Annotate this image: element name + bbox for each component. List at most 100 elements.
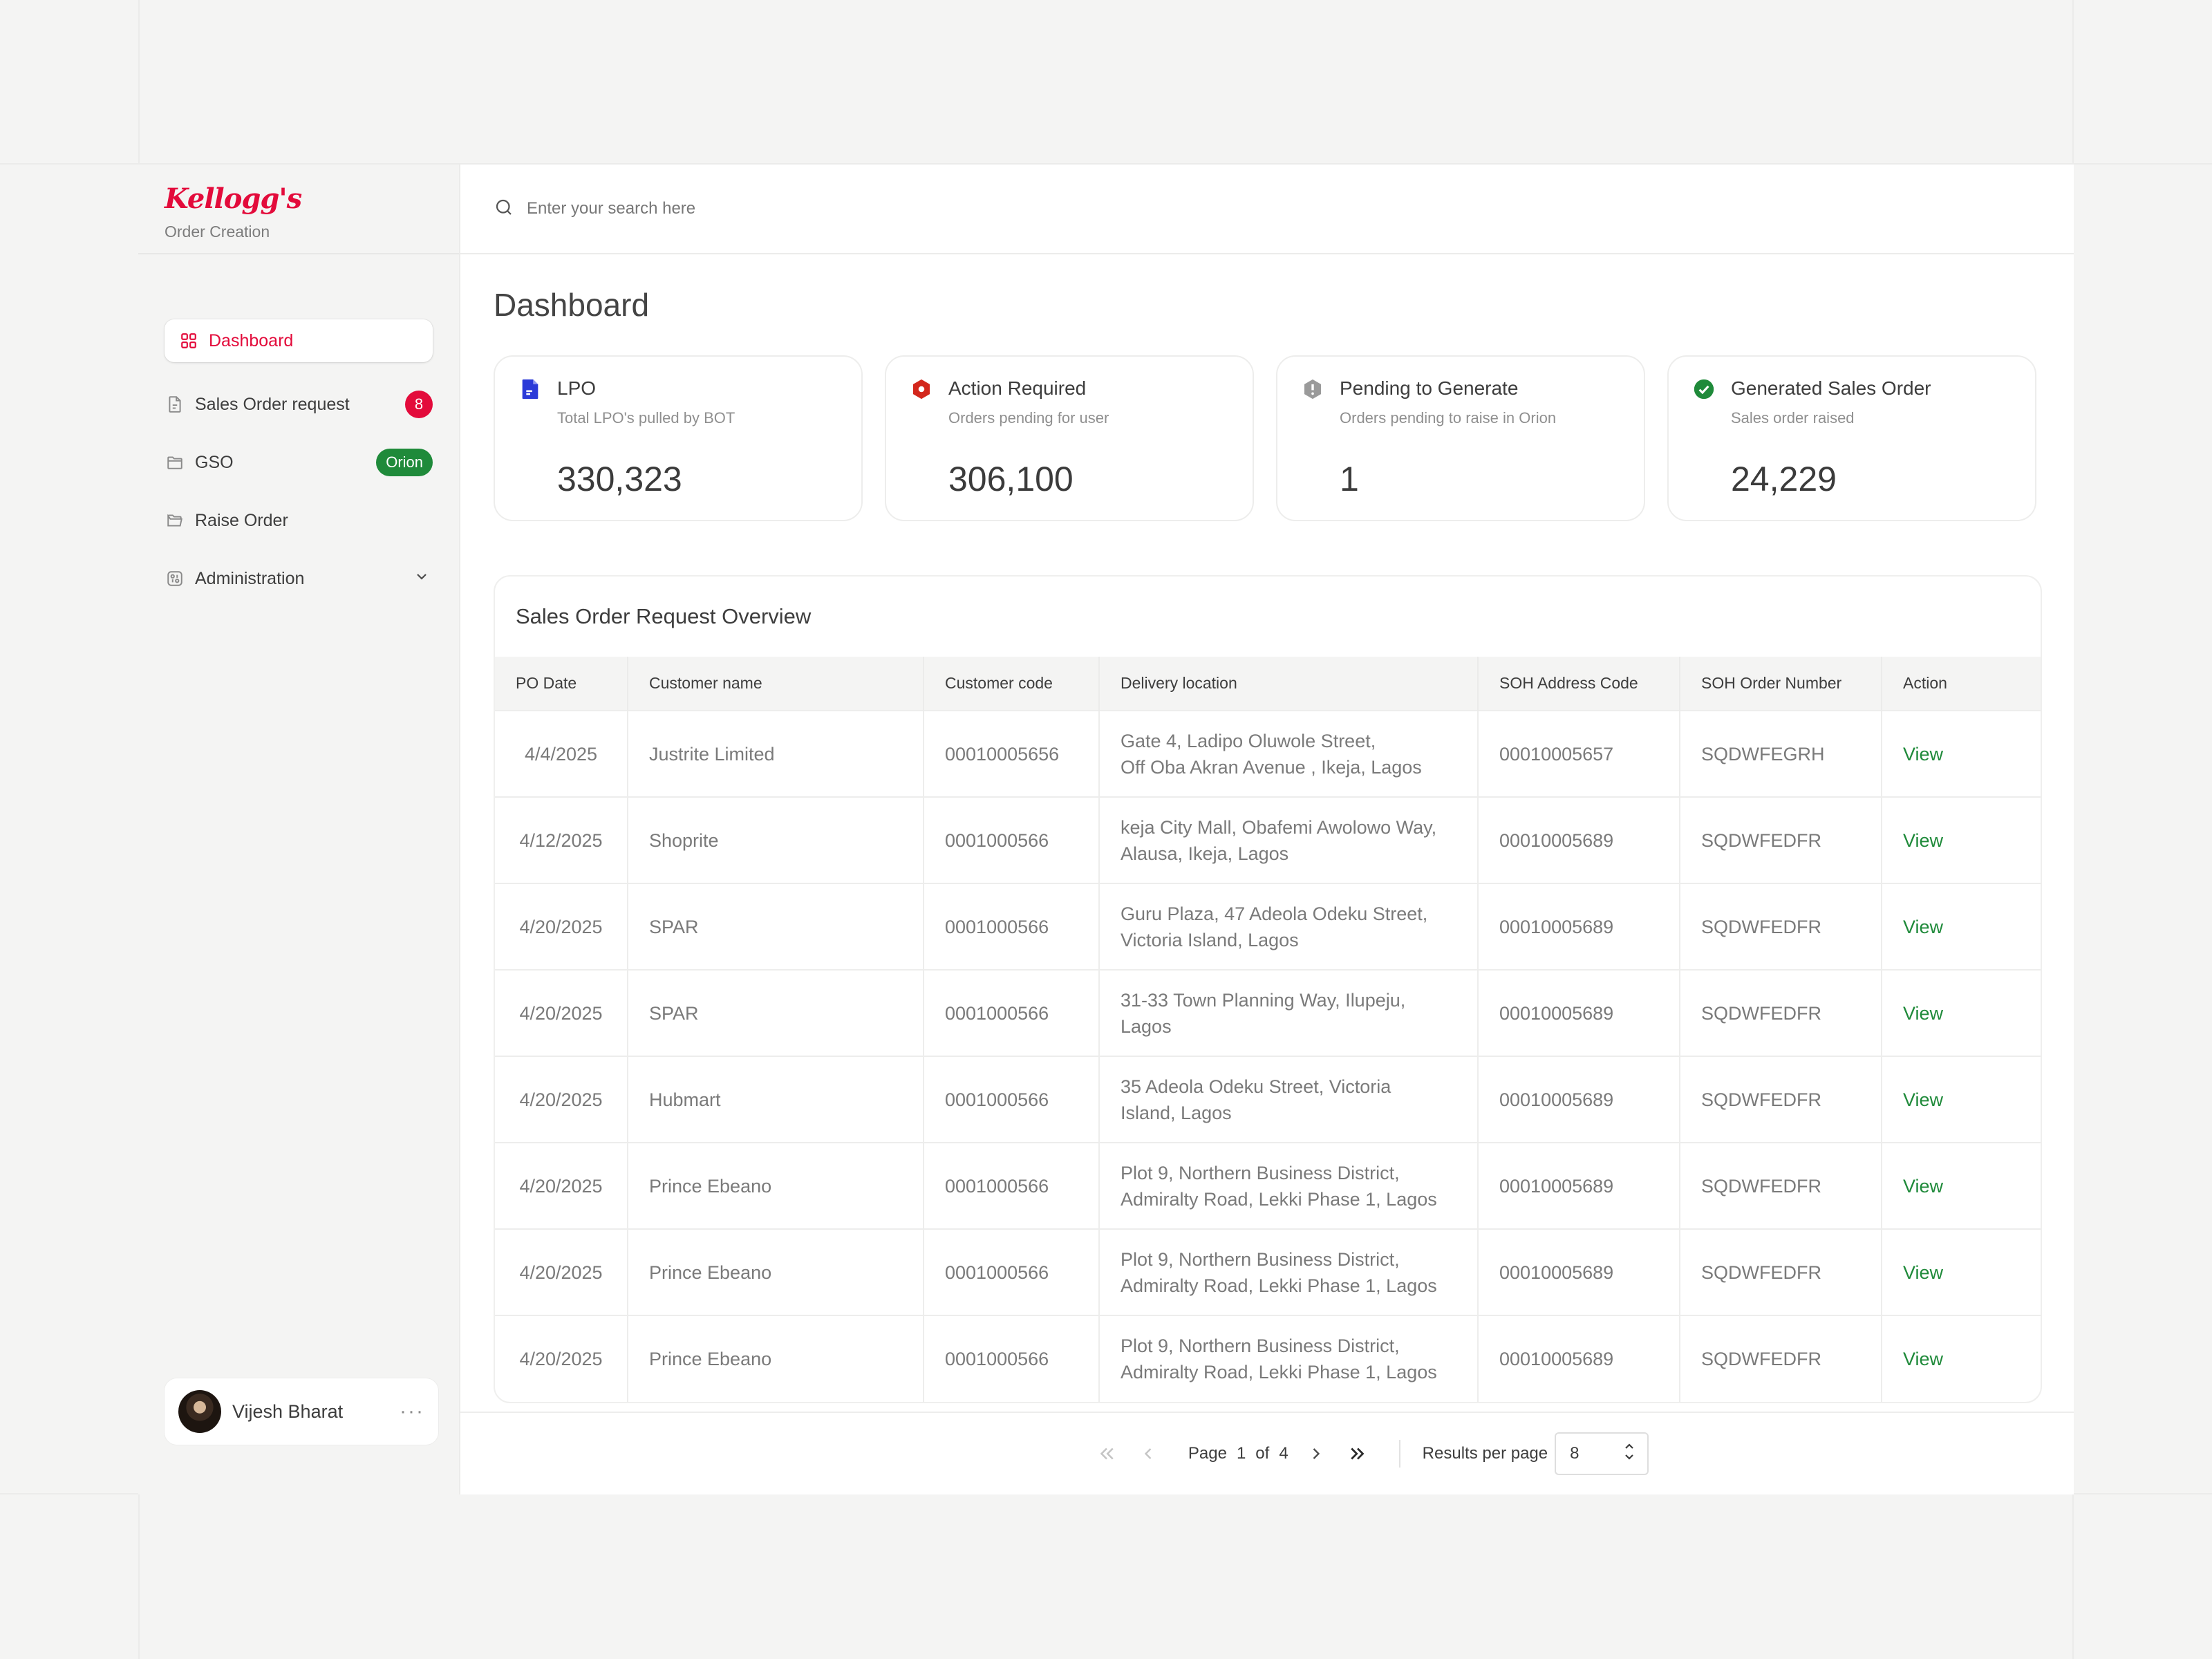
action-cell: View (1882, 969, 2041, 1056)
delivery-location: 31-33 Town Planning Way, Ilupeju, Lagos (1099, 969, 1479, 1056)
sales-order-table: PO Date Customer name Customer code Deli… (495, 657, 2041, 1402)
location-line: Guru Plaza, 47 Adeola Odeku Street, (1121, 903, 1428, 924)
location-line: Alausa, Ikeja, Lagos (1121, 843, 1289, 864)
column-header[interactable]: Customer code (924, 657, 1100, 711)
customer-name: Prince Ebeano (628, 1315, 924, 1402)
warning-hexagon-icon (910, 377, 933, 401)
document-icon (165, 394, 185, 415)
customer-name: Justrite Limited (628, 710, 924, 797)
soh-order-number: SQDWFEDFR (1680, 1315, 1882, 1402)
soh-address-code: 00010005689 (1478, 1315, 1680, 1402)
customer-name: SPAR (628, 969, 924, 1056)
sidebar-item-sales-order-request[interactable]: Sales Order request 8 (165, 383, 433, 426)
sidebar-item-dashboard[interactable]: Dashboard (165, 319, 433, 362)
delivery-location: Guru Plaza, 47 Adeola Odeku Street, Victo… (1099, 883, 1479, 970)
delivery-location: Plot 9, Northern Business District, Admir… (1099, 1228, 1479, 1315)
sidebar-item-label: GSO (195, 452, 234, 472)
last-page-icon[interactable] (1344, 1440, 1371, 1468)
table-row: 4/4/2025 Justrite Limited 00010005656 Ga… (495, 710, 2041, 797)
soh-order-number: SQDWFEDFR (1680, 1228, 1882, 1315)
delivery-location: Plot 9, Northern Business District, Admir… (1099, 1142, 1479, 1229)
view-link[interactable]: View (1903, 1176, 1943, 1197)
first-page-icon[interactable] (1093, 1440, 1121, 1468)
card-subtitle: Orders pending for user (948, 409, 1109, 427)
view-link[interactable]: View (1903, 830, 1943, 851)
stat-card-lpo[interactable]: LPO Total LPO's pulled by BOT 330,323 (494, 355, 863, 521)
results-per-page-stepper[interactable]: 8 (1555, 1432, 1649, 1475)
sidebar-item-raise-order[interactable]: Raise Order (165, 499, 433, 542)
po-date: 4/20/2025 (495, 969, 628, 1056)
results-per-page-value: 8 (1570, 1444, 1580, 1463)
view-link[interactable]: View (1903, 917, 1943, 937)
check-circle-icon (1692, 377, 1716, 401)
sidebar: Kellogg's Order Creation Dashboard Sales… (138, 165, 460, 1494)
total-pages: 4 (1279, 1444, 1288, 1463)
table-row: 4/20/2025 SPAR 0001000566 Guru Plaza, 47… (495, 883, 2041, 970)
column-header[interactable]: Action (1882, 657, 2041, 711)
location-line: 35 Adeola Odeku Street, Victoria (1121, 1076, 1391, 1097)
prev-page-icon[interactable] (1134, 1440, 1162, 1468)
pagination: Page 1 of 4 Results per page 8 (1093, 1432, 1649, 1475)
po-date: 4/20/2025 (495, 1056, 628, 1143)
action-cell: View (1882, 1228, 2041, 1315)
chevron-down-icon[interactable] (413, 568, 430, 590)
search-icon (494, 197, 514, 221)
customer-code: 00010005656 (924, 710, 1100, 797)
table-header-row: PO Date Customer name Customer code Deli… (495, 657, 2041, 711)
user-card[interactable]: Vijesh Bharat ··· (165, 1378, 438, 1445)
action-cell: View (1882, 1142, 2041, 1229)
column-header[interactable]: Customer name (628, 657, 924, 711)
location-line: Victoria Island, Lagos (1121, 929, 1299, 950)
soh-order-number: SQDWFEDFR (1680, 1142, 1882, 1229)
card-value: 1 (1340, 460, 1359, 498)
po-date: 4/20/2025 (495, 1142, 628, 1229)
card-value: 306,100 (948, 460, 1074, 498)
location-line: Plot 9, Northern Business District, (1121, 1335, 1400, 1356)
pagination-divider (1398, 1440, 1400, 1468)
soh-order-number: SQDWFEDFR (1680, 1056, 1882, 1143)
customer-name: Hubmart (628, 1056, 924, 1143)
sidebar-item-gso[interactable]: GSO Orion (165, 441, 433, 484)
column-header[interactable]: PO Date (495, 657, 628, 711)
table-row: 4/20/2025 Prince Ebeano 0001000566 Plot … (495, 1142, 2041, 1229)
sidebar-item-label: Raise Order (195, 510, 288, 530)
stat-card-action-required[interactable]: Action Required Orders pending for user … (885, 355, 1254, 521)
sidebar-item-label: Sales Order request (195, 394, 350, 414)
sidebar-item-administration[interactable]: Administration (165, 557, 433, 600)
delivery-location: Gate 4, Ladipo Oluwole Street, Off Oba Ak… (1099, 710, 1479, 797)
soh-order-number: SQDWFEGRH (1680, 710, 1882, 797)
count-badge: 8 (405, 391, 433, 418)
page-label: Page (1188, 1444, 1227, 1463)
table-row: 4/20/2025 Prince Ebeano 0001000566 Plot … (495, 1315, 2041, 1402)
kelloggs-logo[interactable]: Kellogg's (165, 185, 459, 213)
sidebar-item-label: Dashboard (209, 330, 294, 350)
stat-card-pending-to-generate[interactable]: Pending to Generate Orders pending to ra… (1276, 355, 1645, 521)
next-page-icon[interactable] (1302, 1440, 1330, 1468)
customer-code: 0001000566 (924, 1142, 1100, 1229)
view-link[interactable]: View (1903, 744, 1943, 765)
action-cell: View (1882, 710, 2041, 797)
search-input[interactable] (527, 199, 1080, 218)
stat-card-generated-sales-order[interactable]: Generated Sales Order Sales order raised… (1667, 355, 2036, 521)
card-subtitle: Total LPO's pulled by BOT (557, 409, 735, 427)
view-link[interactable]: View (1903, 1262, 1943, 1283)
card-title: LPO (557, 377, 597, 399)
delivery-location: keja City Mall, Obafemi Awolowo Way, Alau… (1099, 796, 1479, 883)
po-date: 4/20/2025 (495, 1228, 628, 1315)
stepper-chevrons-icon[interactable] (1622, 1440, 1636, 1468)
customer-code: 0001000566 (924, 969, 1100, 1056)
view-link[interactable]: View (1903, 1349, 1943, 1369)
soh-address-code: 00010005689 (1478, 1056, 1680, 1143)
brand-subtitle: Order Creation (165, 223, 270, 241)
view-link[interactable]: View (1903, 1089, 1943, 1110)
grid-icon (178, 330, 199, 351)
view-link[interactable]: View (1903, 1003, 1943, 1024)
column-header[interactable]: Delivery location (1099, 657, 1479, 711)
column-header[interactable]: SOH Address Code (1478, 657, 1680, 711)
brand: Kellogg's Order Creation (138, 165, 459, 254)
customer-code: 0001000566 (924, 883, 1100, 970)
location-line: Admiralty Road, Lekki Phase 1, Lagos (1121, 1275, 1437, 1296)
column-header[interactable]: SOH Order Number (1680, 657, 1882, 711)
results-per-page-label: Results per page (1422, 1444, 1548, 1463)
more-options-icon[interactable]: ··· (400, 1400, 424, 1423)
